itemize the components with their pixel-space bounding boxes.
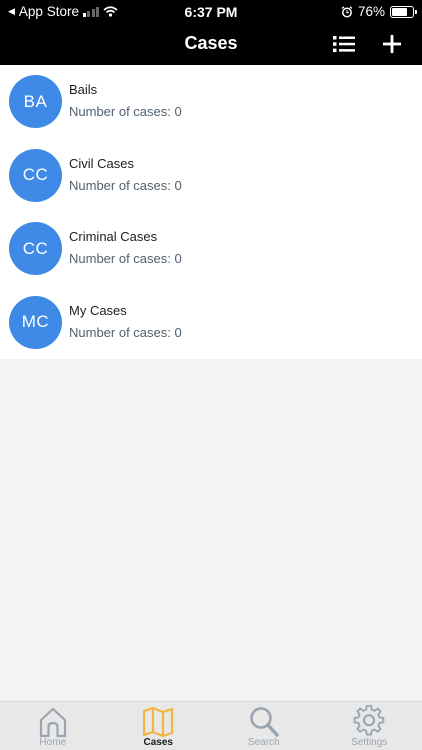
case-count: Number of cases: 0: [69, 177, 182, 193]
case-title: Criminal Cases: [69, 229, 158, 244]
tab-search[interactable]: Search: [211, 702, 317, 750]
list-view-button[interactable]: [330, 30, 358, 58]
search-icon: [249, 707, 279, 737]
case-count: Number of cases: 0: [69, 251, 182, 266]
gear-icon: [353, 705, 385, 736]
status-bar: ◀ App Store 6:37 PM 76%: [0, 0, 422, 24]
avatar: CC: [9, 148, 62, 202]
battery-icon: [390, 5, 417, 18]
tab-settings-label: Settings: [351, 737, 388, 748]
alarm-icon: [341, 5, 353, 17]
case-row-civil-cases[interactable]: CC Civil Cases Number of cases: 0: [0, 139, 422, 213]
case-row-bails[interactable]: BA Bails Number of cases: 0: [0, 65, 422, 139]
tab-search-label: Search: [247, 737, 280, 748]
tab-cases-label: Cases: [143, 737, 173, 748]
navigation-bar: Cases: [0, 24, 422, 65]
tab-cases[interactable]: Cases: [106, 702, 212, 750]
case-title: My Cases: [69, 302, 127, 318]
case-list: BA Bails Number of cases: 0 CC Civil Cas…: [0, 65, 422, 359]
tab-settings[interactable]: Settings: [317, 702, 422, 750]
case-count: Number of cases: 0: [69, 324, 182, 340]
list-icon: [333, 36, 355, 53]
tab-bar: Home Cases Search Settings: [0, 701, 422, 750]
case-title: Bails: [69, 82, 98, 97]
tab-home[interactable]: Home: [0, 702, 106, 750]
case-row-my-cases[interactable]: MC My Cases Number of cases: 0: [0, 286, 422, 360]
case-row-criminal-cases[interactable]: CC Criminal Cases Number of cases: 0: [0, 212, 422, 286]
avatar: MC: [9, 295, 62, 349]
battery-fill: [392, 7, 408, 16]
avatar: CC: [9, 222, 62, 275]
case-title: Civil Cases: [69, 155, 135, 171]
plus-icon: [383, 35, 401, 53]
tab-home-label: Home: [39, 737, 67, 748]
battery-percent: 76%: [357, 4, 385, 19]
page-title: Cases: [184, 33, 238, 53]
avatar: BA: [9, 75, 62, 128]
map-icon: [143, 706, 174, 738]
home-icon: [39, 707, 66, 738]
add-case-button[interactable]: [378, 30, 406, 58]
case-count: Number of cases: 0: [69, 104, 182, 119]
